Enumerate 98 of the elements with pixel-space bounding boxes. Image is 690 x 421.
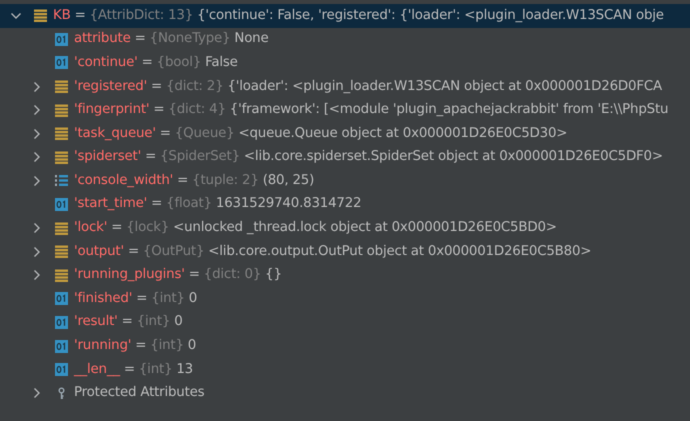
binary-icon bbox=[55, 32, 68, 46]
equals-sign: = bbox=[145, 148, 156, 166]
variable-name: Protected Attributes bbox=[74, 384, 204, 402]
equals-sign: = bbox=[111, 219, 122, 238]
variable-value: 0 bbox=[174, 313, 183, 332]
variable-value: 13 bbox=[176, 360, 193, 379]
variable-name: 'lock' bbox=[74, 219, 108, 238]
variable-value: {'loader': <plugin_loader.W13SCAN object at 0x000001D26D0FCA bbox=[227, 78, 662, 96]
variable-type: {bool} bbox=[156, 54, 202, 72]
variable-row[interactable]: 'result' = {int} 0 bbox=[0, 310, 690, 334]
variable-type: {lock} bbox=[126, 219, 170, 238]
variable-name: 'result' bbox=[74, 313, 118, 332]
variable-type: {dict: 4} bbox=[168, 101, 226, 120]
stack-icon bbox=[55, 268, 68, 282]
variable-type: {int} bbox=[136, 313, 170, 332]
variable-name: 'spiderset' bbox=[74, 148, 142, 166]
variable-type: {Queue} bbox=[174, 124, 234, 143]
variable-value: {} bbox=[265, 266, 282, 284]
stack-icon bbox=[55, 127, 68, 140]
variable-value: 1631529740.8314722 bbox=[216, 195, 362, 214]
variable-value: <lib.core.output.OutPut object at 0x000001D26E0C5B80> bbox=[208, 242, 592, 261]
variable-name: 'task_queue' bbox=[74, 124, 156, 143]
equals-sign: = bbox=[160, 124, 171, 143]
variable-name: 'finished' bbox=[74, 290, 132, 308]
variable-row[interactable]: 'spiderset' = {SpiderSet} <lib.core.spiderset.SpiderSet object at 0x000001D26E0C5DF0> bbox=[0, 146, 690, 170]
variable-row[interactable]: 'running_plugins' = {dict: 0} {} bbox=[0, 264, 690, 288]
equals-sign: = bbox=[122, 313, 133, 332]
variable-name: 'continue' bbox=[74, 54, 138, 72]
variable-name: 'fingerprint' bbox=[74, 101, 150, 120]
binary-icon bbox=[55, 340, 68, 353]
equals-sign: = bbox=[188, 266, 200, 284]
equals-sign: = bbox=[128, 242, 139, 261]
equals-sign: = bbox=[151, 78, 162, 96]
variable-type: {int} bbox=[151, 290, 185, 308]
variable-value: <lib.core.spiderset.SpiderSet object at 0x000001D26E0C5DF0> bbox=[244, 148, 663, 166]
variable-value: <queue.Queue object at 0x000001D26E0C5D30> bbox=[238, 124, 568, 143]
equals-sign: = bbox=[153, 101, 164, 120]
equals-sign: = bbox=[151, 195, 162, 214]
stack-icon bbox=[55, 222, 68, 235]
variable-row[interactable]: 'output' = {OutPut} <lib.core.output.OutPut object at 0x000001D26E0C5B80> bbox=[0, 240, 690, 264]
variable-type: {dict: 2} bbox=[166, 78, 224, 96]
variable-type: {int} bbox=[138, 360, 172, 379]
variable-name: 'start_time' bbox=[74, 195, 148, 214]
variable-type: {NoneType} bbox=[150, 30, 230, 48]
variable-row[interactable]: 'lock' = {lock} <unlocked _thread.lock object at 0x000001D26E0C5BD0> bbox=[0, 216, 690, 240]
binary-icon bbox=[55, 198, 68, 212]
variable-row[interactable]: 'task_queue' = {Queue} <queue.Queue object at 0x000001D26E0C5D30> bbox=[0, 122, 690, 146]
variable-row[interactable]: 'console_width' = {tuple: 2} (80, 25) bbox=[0, 169, 690, 193]
variable-name: attribute bbox=[74, 30, 131, 48]
variable-row[interactable]: attribute = {NoneType} None bbox=[0, 28, 690, 52]
binary-icon bbox=[55, 316, 68, 330]
variable-row[interactable]: __len__ = {int} 13 bbox=[0, 358, 690, 382]
variable-value: (80, 25) bbox=[262, 172, 314, 190]
variable-row[interactable]: Protected Attributes bbox=[0, 382, 690, 406]
equals-sign: = bbox=[177, 172, 188, 190]
binary-icon bbox=[55, 292, 68, 306]
equals-sign: = bbox=[136, 290, 148, 308]
equals-sign: = bbox=[135, 337, 146, 356]
variable-type: {float} bbox=[166, 195, 212, 214]
variable-type: {int} bbox=[150, 337, 184, 356]
equals-sign: = bbox=[142, 54, 153, 72]
variable-row[interactable]: 'registered' = {dict: 2} {'loader': <plugin_loader.W13SCAN object at 0x000001D26D0FCA bbox=[0, 74, 690, 98]
variable-row[interactable]: 'fingerprint' = {dict: 4} {'framework': [<module 'plugin_apachejackrabbit' from 'E:\\PhpStu bbox=[0, 98, 690, 122]
variable-type: {SpiderSet} bbox=[160, 148, 240, 166]
stack-icon bbox=[55, 245, 68, 258]
variable-value: {'framework': [<module 'plugin_apachejackrabbit' from 'E:\\PhpStu bbox=[230, 101, 668, 120]
equals-sign: = bbox=[74, 6, 86, 25]
variable-row[interactable]: 'continue' = {bool} False bbox=[0, 51, 690, 75]
variable-type: {tuple: 2} bbox=[192, 172, 259, 190]
stack-icon bbox=[55, 150, 68, 164]
variable-name: KB bbox=[53, 6, 71, 25]
variable-name: 'running' bbox=[74, 337, 132, 356]
stack-icon bbox=[55, 104, 68, 117]
variable-row[interactable]: KB = {AttribDict: 13} {'continue': False, 'registered': {'loader': <plugin_loader.W13SCAN obje bbox=[0, 4, 690, 28]
variable-type: {dict: 0} bbox=[204, 266, 262, 284]
variable-name: 'running_plugins' bbox=[74, 266, 185, 284]
variable-name: __len__ bbox=[74, 360, 120, 379]
variable-value: <unlocked _thread.lock object at 0x000001D26E0C5BD0> bbox=[173, 219, 557, 238]
equals-sign: = bbox=[124, 360, 135, 379]
binary-icon bbox=[55, 56, 68, 70]
variable-name: 'registered' bbox=[74, 78, 148, 96]
variable-value: False bbox=[205, 54, 238, 72]
variable-value: 0 bbox=[188, 290, 198, 308]
equals-sign: = bbox=[134, 30, 146, 48]
variable-row[interactable]: 'running' = {int} 0 bbox=[0, 334, 690, 358]
variable-name: 'output' bbox=[74, 242, 124, 261]
variable-row[interactable]: 'finished' = {int} 0 bbox=[0, 287, 690, 311]
variable-value: 0 bbox=[188, 337, 196, 356]
stack-icon bbox=[34, 9, 47, 22]
variable-value: None bbox=[234, 30, 269, 48]
variable-type: {OutPut} bbox=[142, 242, 204, 261]
variable-row[interactable]: 'start_time' = {float} 1631529740.8314722 bbox=[0, 192, 690, 216]
stack-icon bbox=[55, 80, 68, 94]
numbered-list-icon bbox=[55, 174, 68, 188]
variable-type: {AttribDict: 13} bbox=[90, 6, 194, 25]
variable-value: {'continue': False, 'registered': {'loader': <plugin_loader.W13SCAN obje bbox=[197, 6, 664, 25]
binary-icon bbox=[55, 363, 68, 376]
variable-name: 'console_width' bbox=[74, 172, 174, 190]
